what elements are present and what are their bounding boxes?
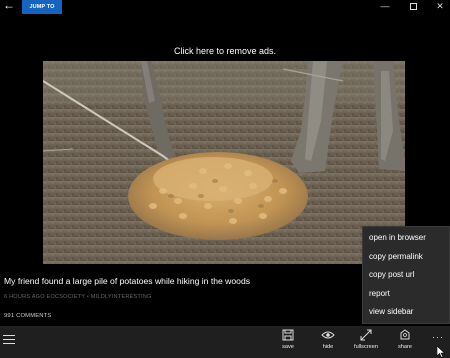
post-image[interactable] <box>43 61 405 264</box>
post-title[interactable]: My friend found a large pile of potatoes… <box>4 276 250 286</box>
expand-icon <box>360 329 372 341</box>
hide-label: hide <box>322 344 334 350</box>
menu-item-open-in-browser[interactable]: open in browser <box>363 229 449 248</box>
share-label: share <box>398 344 412 350</box>
post-author[interactable]: EOCSOCIETY <box>47 294 86 300</box>
back-arrow-icon[interactable]: ← <box>2 0 16 12</box>
minimize-icon[interactable]: — <box>375 0 395 14</box>
post-meta: 6 HOURS AGO EOCSOCIETY • MILDLYINTERESTI… <box>4 294 152 300</box>
mouse-cursor-icon <box>437 346 445 358</box>
meta-separator: • <box>86 294 90 300</box>
menu-item-report[interactable]: report <box>363 285 449 304</box>
menu-item-copy-permalink[interactable]: copy permalink <box>363 248 449 267</box>
share-icon <box>400 329 410 340</box>
bottom-app-bar: save hide fullscreen share ··· <box>0 326 450 358</box>
share-button[interactable]: share <box>385 329 425 357</box>
comments-link[interactable]: 991 COMMENTS <box>4 313 52 319</box>
more-options-icon[interactable]: ··· <box>428 332 448 342</box>
hide-button[interactable]: hide <box>308 329 348 357</box>
save-button[interactable]: save <box>268 329 308 357</box>
close-icon[interactable]: ✕ <box>430 0 450 14</box>
menu-item-view-sidebar[interactable]: view sidebar <box>363 303 449 322</box>
save-label: save <box>282 344 294 350</box>
post-time: 6 HOURS AGO <box>4 294 45 300</box>
fullscreen-label: fullscreen <box>354 344 378 350</box>
fullscreen-button[interactable]: fullscreen <box>346 329 386 357</box>
potato-photo <box>43 61 405 264</box>
remove-ads-link[interactable]: Click here to remove ads. <box>0 42 450 60</box>
title-bar: ← JUMP TO — ✕ <box>0 0 450 14</box>
jump-to-button[interactable]: JUMP TO <box>22 0 62 14</box>
maximize-icon[interactable] <box>403 0 423 14</box>
save-icon <box>282 329 294 341</box>
menu-item-copy-post-url[interactable]: copy post url <box>363 266 449 285</box>
hamburger-icon[interactable] <box>3 335 15 345</box>
post-subreddit[interactable]: MILDLYINTERESTING <box>91 294 152 300</box>
eye-icon <box>321 331 335 339</box>
context-menu: open in browser copy permalink copy post… <box>362 226 450 324</box>
